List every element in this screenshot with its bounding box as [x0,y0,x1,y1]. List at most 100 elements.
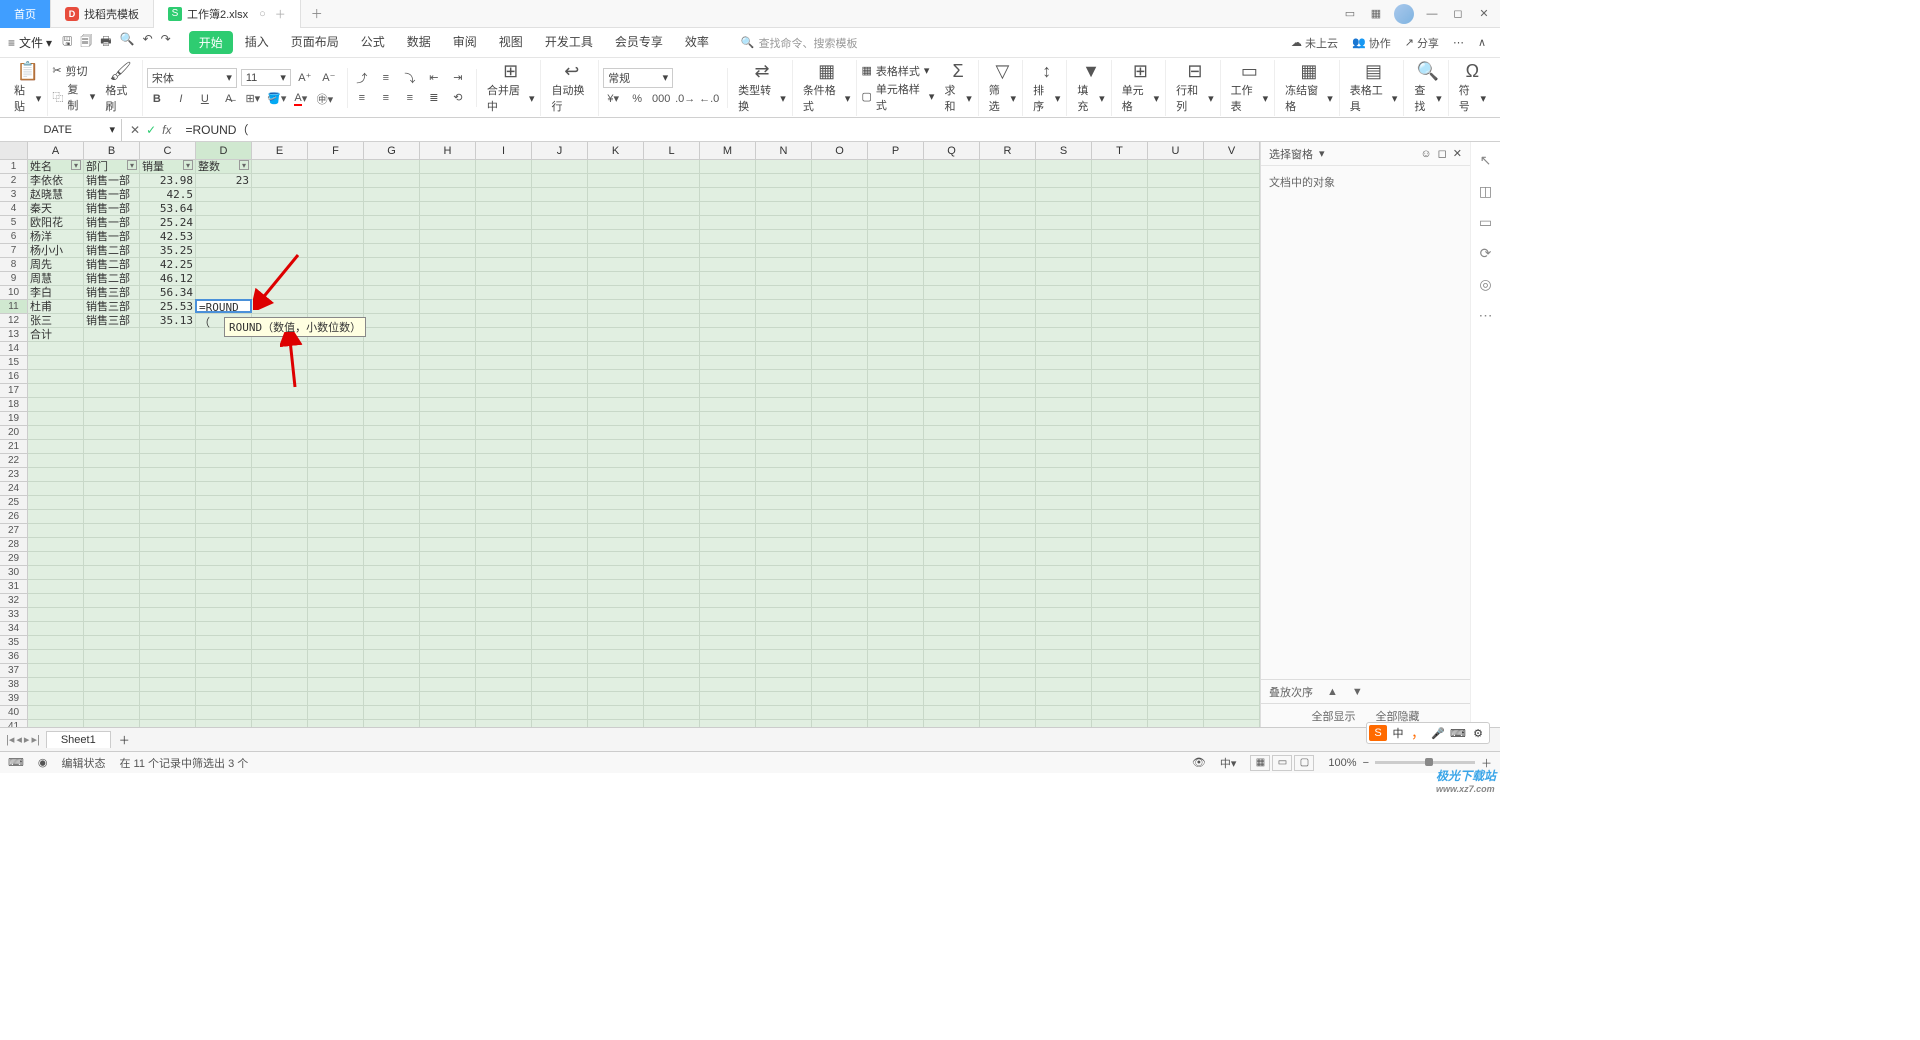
row-header[interactable]: 26 [0,510,27,524]
row-header[interactable]: 37 [0,664,27,678]
row-header[interactable]: 36 [0,650,27,664]
cell[interactable] [1092,384,1148,397]
cell[interactable] [1204,188,1260,201]
cell[interactable] [588,538,644,551]
cell[interactable] [28,650,84,663]
cell[interactable] [644,496,700,509]
cell[interactable] [868,258,924,271]
cell[interactable] [1148,272,1204,285]
cell[interactable] [476,160,532,173]
cell[interactable] [1204,328,1260,341]
cell[interactable] [980,174,1036,187]
reading-view-icon[interactable]: ▢ [1294,755,1314,771]
cell[interactable] [420,258,476,271]
cell[interactable] [756,608,812,621]
cell[interactable] [868,160,924,173]
cell[interactable] [364,286,420,299]
cell[interactable] [868,720,924,727]
cell[interactable] [364,622,420,635]
cell[interactable] [1148,202,1204,215]
cell[interactable] [588,174,644,187]
cell[interactable] [644,720,700,727]
cell[interactable] [812,258,868,271]
row-header[interactable]: 39 [0,692,27,706]
paste-icon[interactable]: 📋 [16,61,38,82]
wrap-button[interactable]: 自动换行 [551,82,592,114]
sheet-tab-1[interactable]: Sheet1 [46,731,111,748]
cell[interactable] [28,384,84,397]
cell[interactable] [252,650,308,663]
cell[interactable] [364,636,420,649]
cell[interactable] [1092,636,1148,649]
cell[interactable] [588,524,644,537]
cell[interactable] [868,370,924,383]
ime-toolbar[interactable]: S 中 ， 🎤 ⌨ ⚙ [1366,722,1490,744]
cell[interactable] [84,678,140,691]
cell[interactable] [308,580,364,593]
cell[interactable] [1036,188,1092,201]
cell[interactable] [364,496,420,509]
cell[interactable] [196,594,252,607]
cell[interactable] [308,160,364,173]
select-all-corner[interactable] [0,142,28,159]
cell[interactable] [1036,510,1092,523]
cell[interactable] [700,426,756,439]
cell[interactable] [420,412,476,425]
cell[interactable] [980,580,1036,593]
italic-icon[interactable]: I [171,90,191,108]
cell[interactable] [980,398,1036,411]
cell[interactable] [308,174,364,187]
cell[interactable]: 销售一部 [84,230,140,243]
cell[interactable] [308,538,364,551]
cell[interactable] [420,566,476,579]
sheet-prev-icon[interactable]: ◂ [16,733,22,746]
cell[interactable] [140,426,196,439]
cell[interactable] [1036,524,1092,537]
cell[interactable] [980,342,1036,355]
cell[interactable] [140,468,196,481]
cell[interactable] [924,258,980,271]
cell[interactable] [980,314,1036,327]
col-header-D[interactable]: D [196,142,252,159]
cell[interactable] [140,538,196,551]
cell[interactable] [476,524,532,537]
cell[interactable] [532,370,588,383]
cell[interactable] [364,160,420,173]
cell[interactable] [196,468,252,481]
cell[interactable] [196,272,252,285]
cell[interactable] [252,188,308,201]
cell[interactable] [644,566,700,579]
cell[interactable] [868,286,924,299]
font-color-icon[interactable]: A▾ [291,90,311,108]
cell[interactable] [1204,664,1260,677]
cell[interactable] [644,426,700,439]
cell[interactable] [84,468,140,481]
ribbon-tab-review[interactable]: 审阅 [443,31,487,54]
cell[interactable] [756,426,812,439]
cell[interactable] [196,720,252,727]
cell[interactable] [476,622,532,635]
cell[interactable] [140,692,196,705]
cell[interactable] [476,608,532,621]
cell[interactable] [868,426,924,439]
cell[interactable] [980,636,1036,649]
cell[interactable] [756,328,812,341]
cell[interactable] [700,720,756,727]
cell[interactable] [364,468,420,481]
cell[interactable] [532,538,588,551]
col-header-P[interactable]: P [868,142,924,159]
col-header-U[interactable]: U [1148,142,1204,159]
cell[interactable] [1036,216,1092,229]
cell[interactable] [1036,706,1092,719]
cell[interactable] [1148,594,1204,607]
cell[interactable] [1148,230,1204,243]
cell[interactable] [140,636,196,649]
cell[interactable] [308,594,364,607]
col-header-C[interactable]: C [140,142,196,159]
cell[interactable] [1204,454,1260,467]
cell[interactable] [812,286,868,299]
cell[interactable] [924,160,980,173]
cell[interactable]: 42.5 [140,188,196,201]
row-header[interactable]: 30 [0,566,27,580]
cell[interactable] [1036,286,1092,299]
